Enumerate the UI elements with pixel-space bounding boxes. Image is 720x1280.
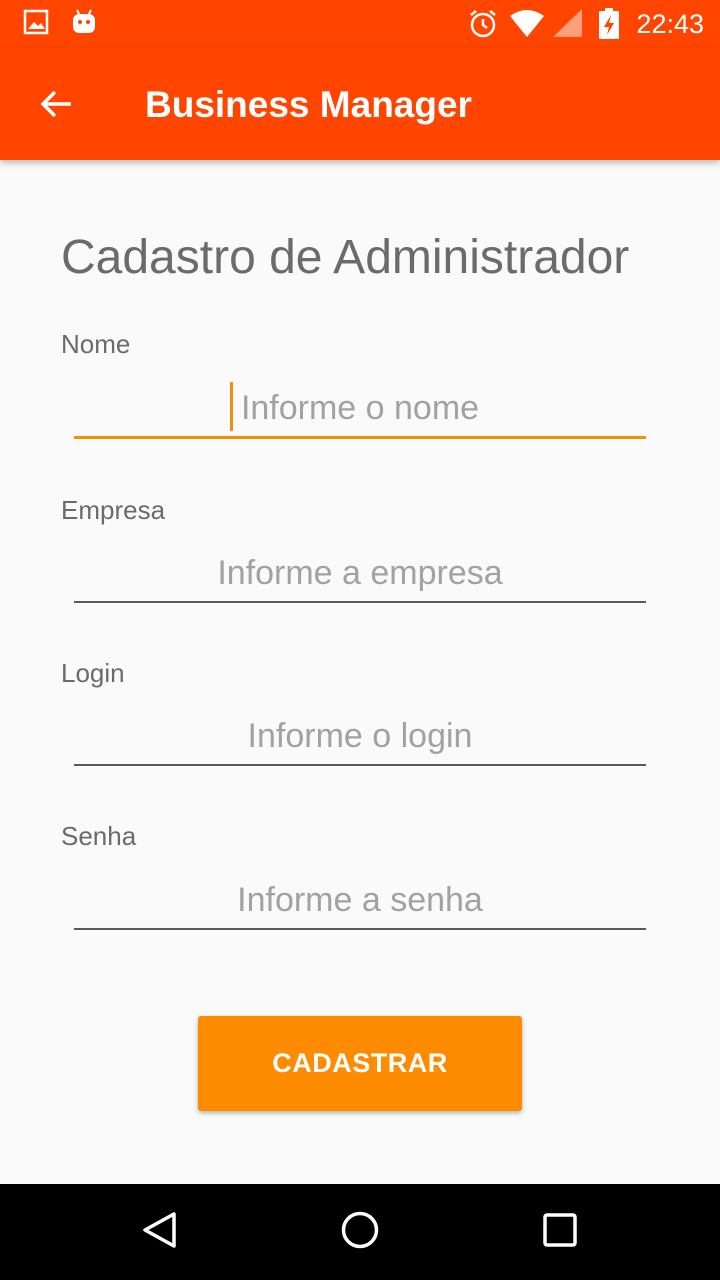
company-input[interactable] — [74, 545, 646, 603]
register-button[interactable]: CADASTRAR — [198, 1016, 522, 1111]
recents-square-icon — [540, 1210, 580, 1255]
company-label: Empresa — [61, 495, 166, 525]
login-input[interactable] — [74, 708, 646, 766]
battery-charging-icon — [598, 8, 620, 45]
login-label: Login — [61, 658, 125, 688]
page-title: Cadastro de Administrador — [61, 231, 630, 284]
nav-home-button[interactable] — [328, 1200, 392, 1264]
back-triangle-icon — [140, 1210, 180, 1255]
app-bar: Business Manager — [0, 48, 720, 160]
navigation-bar — [0, 1184, 720, 1280]
signal-icon — [551, 8, 583, 43]
back-button[interactable] — [24, 74, 88, 138]
status-time: 22:43 — [636, 9, 704, 39]
password-label: Senha — [61, 821, 137, 851]
app-title: Business Manager — [145, 84, 472, 125]
android-notification-icon — [71, 8, 97, 41]
nav-recents-button[interactable] — [528, 1200, 592, 1264]
arrow-back-icon — [38, 86, 74, 127]
image-notification-icon — [23, 8, 49, 41]
status-bar: 22:43 — [0, 0, 720, 48]
password-input[interactable] — [74, 872, 646, 930]
name-label: Nome — [61, 329, 131, 359]
wifi-icon — [509, 8, 545, 43]
home-circle-icon — [340, 1210, 380, 1255]
name-input[interactable] — [74, 380, 646, 439]
nav-back-button[interactable] — [128, 1200, 192, 1264]
text-cursor — [230, 382, 233, 431]
alarm-icon — [467, 8, 499, 45]
